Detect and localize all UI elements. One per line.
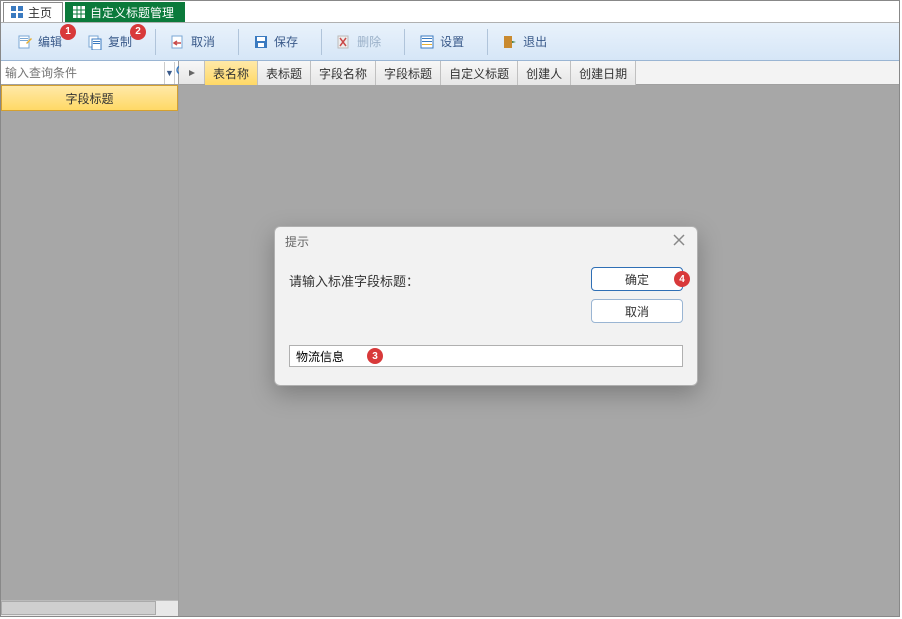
dialog-input[interactable]: [289, 345, 683, 367]
copy-icon: [86, 33, 104, 51]
close-icon: [671, 232, 687, 248]
exit-label: 退出: [523, 33, 547, 50]
sidebar-column-header[interactable]: 字段标题: [1, 85, 178, 111]
grid-row-selector[interactable]: [179, 61, 205, 84]
tab-bar: 主页 自定义标题管理: [1, 1, 899, 23]
toolbar-separator: [487, 29, 488, 55]
exit-icon: [501, 33, 519, 51]
step-badge-4: 4: [674, 271, 690, 287]
save-label: 保存: [274, 33, 298, 50]
tab-custom-title-mgmt-label: 自定义标题管理: [90, 4, 174, 21]
sidebar-header-label: 字段标题: [65, 90, 113, 107]
cancel-button[interactable]: 取消: [162, 27, 226, 57]
triangle-icon: [187, 68, 197, 78]
edit-icon: [16, 33, 34, 51]
toolbar-separator: [404, 29, 405, 55]
toolbar-separator: [321, 29, 322, 55]
grid-header-row: 表名称 表标题 字段名称 字段标题 自定义标题 创建人 创建日期: [179, 61, 899, 85]
search-dropdown[interactable]: ▼: [164, 62, 174, 84]
tab-custom-title-mgmt[interactable]: 自定义标题管理: [65, 2, 185, 22]
delete-button[interactable]: 删除: [328, 27, 392, 57]
search-row: ▼: [1, 61, 178, 85]
grid-col-table-name[interactable]: 表名称: [205, 61, 258, 85]
exit-button[interactable]: 退出: [494, 27, 558, 57]
grid-col-field-title[interactable]: 字段标题: [376, 61, 441, 85]
copy-button[interactable]: 复制 2: [79, 27, 143, 57]
step-badge-2: 2: [130, 24, 146, 40]
search-input[interactable]: [1, 62, 164, 84]
settings-icon: [418, 33, 436, 51]
dialog-cancel-label: 取消: [625, 303, 649, 320]
tab-home[interactable]: 主页: [3, 2, 63, 22]
undo-icon: [169, 33, 187, 51]
settings-button[interactable]: 设置: [411, 27, 475, 57]
grid-col-field-name[interactable]: 字段名称: [311, 61, 376, 85]
edit-label: 编辑: [38, 33, 62, 50]
step-badge-1: 1: [60, 24, 76, 40]
dialog-cancel-button[interactable]: 取消: [591, 299, 683, 323]
grid-col-creator[interactable]: 创建人: [518, 61, 571, 85]
save-icon: [252, 33, 270, 51]
grid-icon: [10, 5, 24, 19]
sidebar-scrollbar-thumb[interactable]: [1, 601, 156, 615]
delete-label: 删除: [357, 33, 381, 50]
prompt-dialog: 提示 请输入标准字段标题： 确定 4 取消 3: [274, 226, 698, 386]
cancel-label: 取消: [191, 33, 215, 50]
dialog-close-button[interactable]: [671, 232, 689, 250]
sidebar-scrollbar[interactable]: [1, 600, 178, 616]
settings-label: 设置: [440, 33, 464, 50]
dialog-ok-label: 确定: [625, 271, 649, 288]
dialog-title: 提示: [285, 233, 309, 250]
sidebar: ▼ 字段标题: [1, 61, 179, 616]
toolbar-separator: [238, 29, 239, 55]
copy-label: 复制: [108, 33, 132, 50]
step-badge-3: 3: [367, 348, 383, 364]
tab-home-label: 主页: [28, 4, 52, 21]
grid-col-custom-title[interactable]: 自定义标题: [441, 61, 518, 85]
grid-col-create-date[interactable]: 创建日期: [571, 61, 636, 85]
save-button[interactable]: 保存: [245, 27, 309, 57]
table-icon: [72, 5, 86, 19]
dialog-ok-button[interactable]: 确定 4: [591, 267, 683, 291]
dialog-label: 请输入标准字段标题：: [289, 267, 591, 290]
edit-button[interactable]: 编辑 1: [9, 27, 73, 57]
toolbar-separator: [155, 29, 156, 55]
delete-icon: [335, 33, 353, 51]
sidebar-list: [1, 111, 178, 616]
toolbar: 编辑 1 复制 2 取消 保存 删: [1, 23, 899, 61]
grid-col-table-title[interactable]: 表标题: [258, 61, 311, 85]
dialog-titlebar: 提示: [275, 227, 697, 255]
